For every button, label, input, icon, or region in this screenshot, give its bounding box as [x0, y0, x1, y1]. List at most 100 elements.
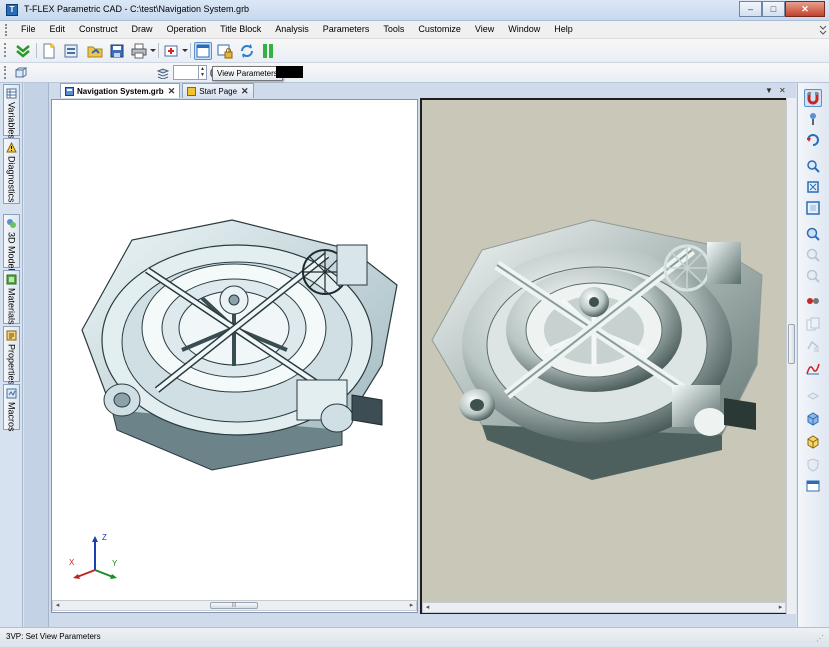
menu-item-help[interactable]: Help — [547, 24, 580, 34]
scroll-thumb[interactable]: ||| — [210, 602, 258, 609]
close-tab-icon[interactable]: ✕ — [241, 86, 249, 97]
tab-start-page[interactable]: Start Page ✕ — [182, 83, 254, 98]
zoom-out-icon[interactable] — [804, 246, 822, 264]
pause-icon[interactable] — [259, 42, 277, 60]
panel-icon[interactable] — [804, 477, 822, 495]
tab-diagnostics[interactable]: Diagnostics — [3, 138, 20, 204]
pin-icon[interactable] — [804, 110, 822, 128]
scroll-left-icon[interactable]: ◂ — [423, 603, 432, 612]
shading-icon[interactable] — [804, 337, 822, 355]
menu-item-analysis[interactable]: Analysis — [268, 24, 316, 34]
layers-icon[interactable] — [156, 66, 169, 79]
tab-close-all-icon[interactable]: ✕ — [779, 86, 786, 95]
tab-materials-label: Materials — [6, 288, 17, 325]
variables-icon — [6, 88, 17, 99]
layer-icon[interactable] — [804, 386, 822, 404]
view-parameters-icon[interactable] — [194, 42, 212, 60]
tab-navigation-system[interactable]: Navigation System.grb ✕ — [60, 83, 181, 98]
scroll-right-icon[interactable]: ▸ — [776, 603, 785, 612]
vertical-scrollbar[interactable] — [786, 98, 796, 614]
scroll-right-icon[interactable]: ▸ — [407, 601, 416, 610]
curve-icon[interactable] — [804, 360, 822, 378]
toolbar-separator — [36, 43, 37, 58]
hide-icon[interactable] — [804, 291, 822, 309]
properties-icon — [6, 330, 17, 341]
shield-icon[interactable] — [804, 456, 822, 474]
tab-macros[interactable]: Macros — [3, 384, 20, 432]
diagnostics-icon — [6, 141, 17, 153]
main-toolbar — [0, 39, 829, 63]
menu-item-title-block[interactable]: Title Block — [213, 24, 268, 34]
snap-icon[interactable] — [162, 42, 180, 60]
menu-overflow-icon[interactable] — [819, 24, 827, 36]
snap-dropdown-icon[interactable] — [182, 49, 188, 52]
magnet-icon[interactable] — [804, 89, 822, 107]
maximize-button[interactable]: □ — [762, 1, 785, 17]
tab-start-page-label: Start Page — [199, 86, 238, 96]
copy-icon[interactable] — [804, 315, 822, 333]
view-cube-icon[interactable] — [14, 66, 27, 79]
undo-view-icon[interactable] — [804, 131, 822, 149]
axis-y-label: Y — [112, 559, 118, 568]
tab-navigation-system-label: Navigation System.grb — [77, 86, 164, 96]
scroll-left-icon[interactable]: ◂ — [53, 601, 62, 610]
menu-grip[interactable] — [5, 24, 9, 36]
menu-bar: File Edit Construct Draw Operation Title Bloc… — [0, 21, 829, 39]
resize-grip-icon[interactable]: ⋰ — [816, 634, 826, 644]
3d-model-icon — [6, 218, 17, 229]
print-dropdown-icon[interactable] — [150, 49, 156, 52]
vertical-scroll-thumb[interactable] — [788, 324, 795, 364]
zoom-previous-icon[interactable] — [804, 267, 822, 285]
new-file-icon[interactable] — [40, 42, 58, 60]
zoom-fit-icon[interactable] — [804, 199, 822, 217]
tab-materials[interactable]: Materials — [3, 270, 20, 325]
print-icon[interactable] — [130, 42, 148, 60]
menu-item-view[interactable]: View — [468, 24, 501, 34]
materials-icon — [6, 274, 17, 285]
save-icon[interactable] — [108, 42, 126, 60]
zoom-extents-icon[interactable] — [804, 178, 822, 196]
menu-item-window[interactable]: Window — [501, 24, 547, 34]
tab-list-arrow-icon[interactable]: ▼ — [765, 86, 773, 95]
viewport-wireframe[interactable]: Z X Y ◂ ||| ▸ — [51, 99, 418, 613]
status-bar: 3VP: Set View Parameters ⋰ — [0, 627, 829, 647]
close-button[interactable]: ✕ — [785, 1, 825, 17]
close-tab-icon[interactable]: ✕ — [168, 86, 176, 97]
horizontal-scrollbar[interactable]: ◂ ▸ — [422, 602, 786, 613]
menu-item-parameters[interactable]: Parameters — [316, 24, 377, 34]
open-file-icon[interactable] — [62, 42, 80, 60]
cube-front-icon[interactable] — [804, 410, 822, 428]
lock-view-icon[interactable] — [216, 42, 234, 60]
zoom-window-icon[interactable] — [804, 157, 822, 175]
menu-item-draw[interactable]: Draw — [125, 24, 160, 34]
menu-item-operation[interactable]: Operation — [160, 24, 214, 34]
layer-spin-icon[interactable]: ▲ ▼ — [198, 66, 206, 79]
menu-item-customize[interactable]: Customize — [411, 24, 468, 34]
view-toolbar — [797, 83, 829, 627]
window-title: T-FLEX Parametric CAD - C:\test\Navigati… — [24, 4, 250, 14]
regenerate-icon[interactable] — [238, 42, 256, 60]
tab-variables[interactable]: Variables — [3, 84, 20, 139]
document-tabs: Navigation System.grb ✕ Start Page ✕ — [60, 83, 256, 98]
horizontal-scrollbar[interactable]: ◂ ||| ▸ — [52, 600, 417, 611]
app-logo-icon: T — [6, 4, 18, 16]
cube-iso-icon[interactable] — [804, 433, 822, 451]
zoom-in-icon[interactable] — [804, 225, 822, 243]
toolbar-grip[interactable] — [4, 43, 8, 57]
viewport-shaded[interactable]: ◂ ▸ — [420, 98, 796, 614]
menu-item-edit[interactable]: Edit — [43, 24, 73, 34]
tab-properties[interactable]: Properties — [3, 326, 20, 385]
color-swatch[interactable] — [276, 66, 303, 78]
menu-item-tools[interactable]: Tools — [376, 24, 411, 34]
toolbar-grip[interactable] — [4, 66, 8, 79]
drawing-file-icon — [65, 86, 74, 96]
open-folder-icon[interactable] — [86, 42, 104, 60]
minimize-button[interactable]: – — [739, 1, 762, 17]
tab-3d-model-label: 3D Model — [6, 232, 17, 271]
menu-item-construct[interactable]: Construct — [72, 24, 125, 34]
tab-3d-model[interactable]: 3D Model — [3, 214, 20, 271]
menu-item-file[interactable]: File — [14, 24, 43, 34]
layer-combo[interactable]: ▲ ▼ — [173, 65, 207, 80]
tab-macros-label: Macros — [6, 402, 17, 432]
ok-check-icon[interactable] — [14, 42, 32, 60]
